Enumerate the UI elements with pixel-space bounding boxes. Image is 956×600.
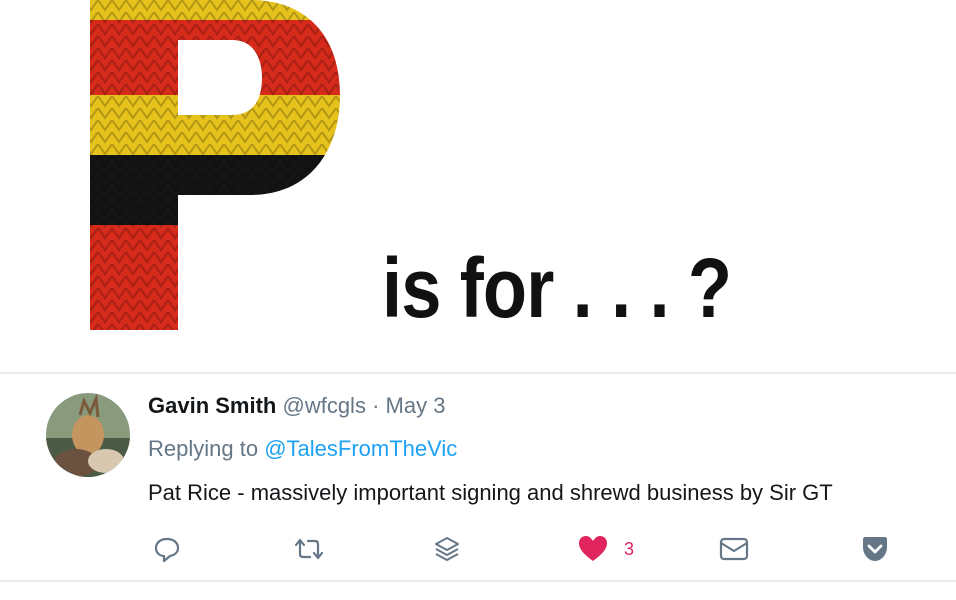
- divider: [0, 372, 956, 374]
- message-button[interactable]: [718, 533, 750, 565]
- divider: [0, 580, 956, 582]
- replying-prefix: Replying to: [148, 436, 265, 461]
- stack-button[interactable]: [432, 533, 462, 565]
- reply-mention-link[interactable]: @TalesFromTheVic: [264, 436, 457, 461]
- dot-separator: ·: [365, 393, 386, 418]
- avatar-photo: [46, 393, 130, 477]
- reply-button[interactable]: [152, 533, 182, 565]
- like-count: 3: [624, 538, 635, 559]
- retweet-button[interactable]: [292, 533, 326, 565]
- display-name[interactable]: Gavin Smith: [148, 393, 276, 418]
- mail-icon: [719, 537, 749, 561]
- tweet-date[interactable]: May 3: [386, 393, 446, 418]
- tweet-text: Pat Rice - massively important signing a…: [148, 480, 833, 505]
- avatar[interactable]: [46, 393, 130, 477]
- reply-icon: [154, 537, 180, 563]
- hero-banner: is for . . . ?: [0, 0, 956, 372]
- save-to-pocket-button[interactable]: [860, 533, 890, 565]
- next-item-partial: [60, 592, 530, 600]
- stack-icon: [435, 537, 459, 561]
- tweet-header: Gavin Smith @wfcgls · May 3: [148, 393, 445, 419]
- heart-icon: [579, 536, 607, 561]
- like-button[interactable]: 3: [578, 533, 634, 565]
- retweet-icon: [294, 538, 324, 560]
- hero-caption: is for . . . ?: [382, 241, 732, 335]
- handle[interactable]: @wfcgls: [282, 393, 365, 418]
- replying-to-line: Replying to @TalesFromTheVic: [148, 436, 457, 462]
- pocket-icon: [863, 537, 887, 561]
